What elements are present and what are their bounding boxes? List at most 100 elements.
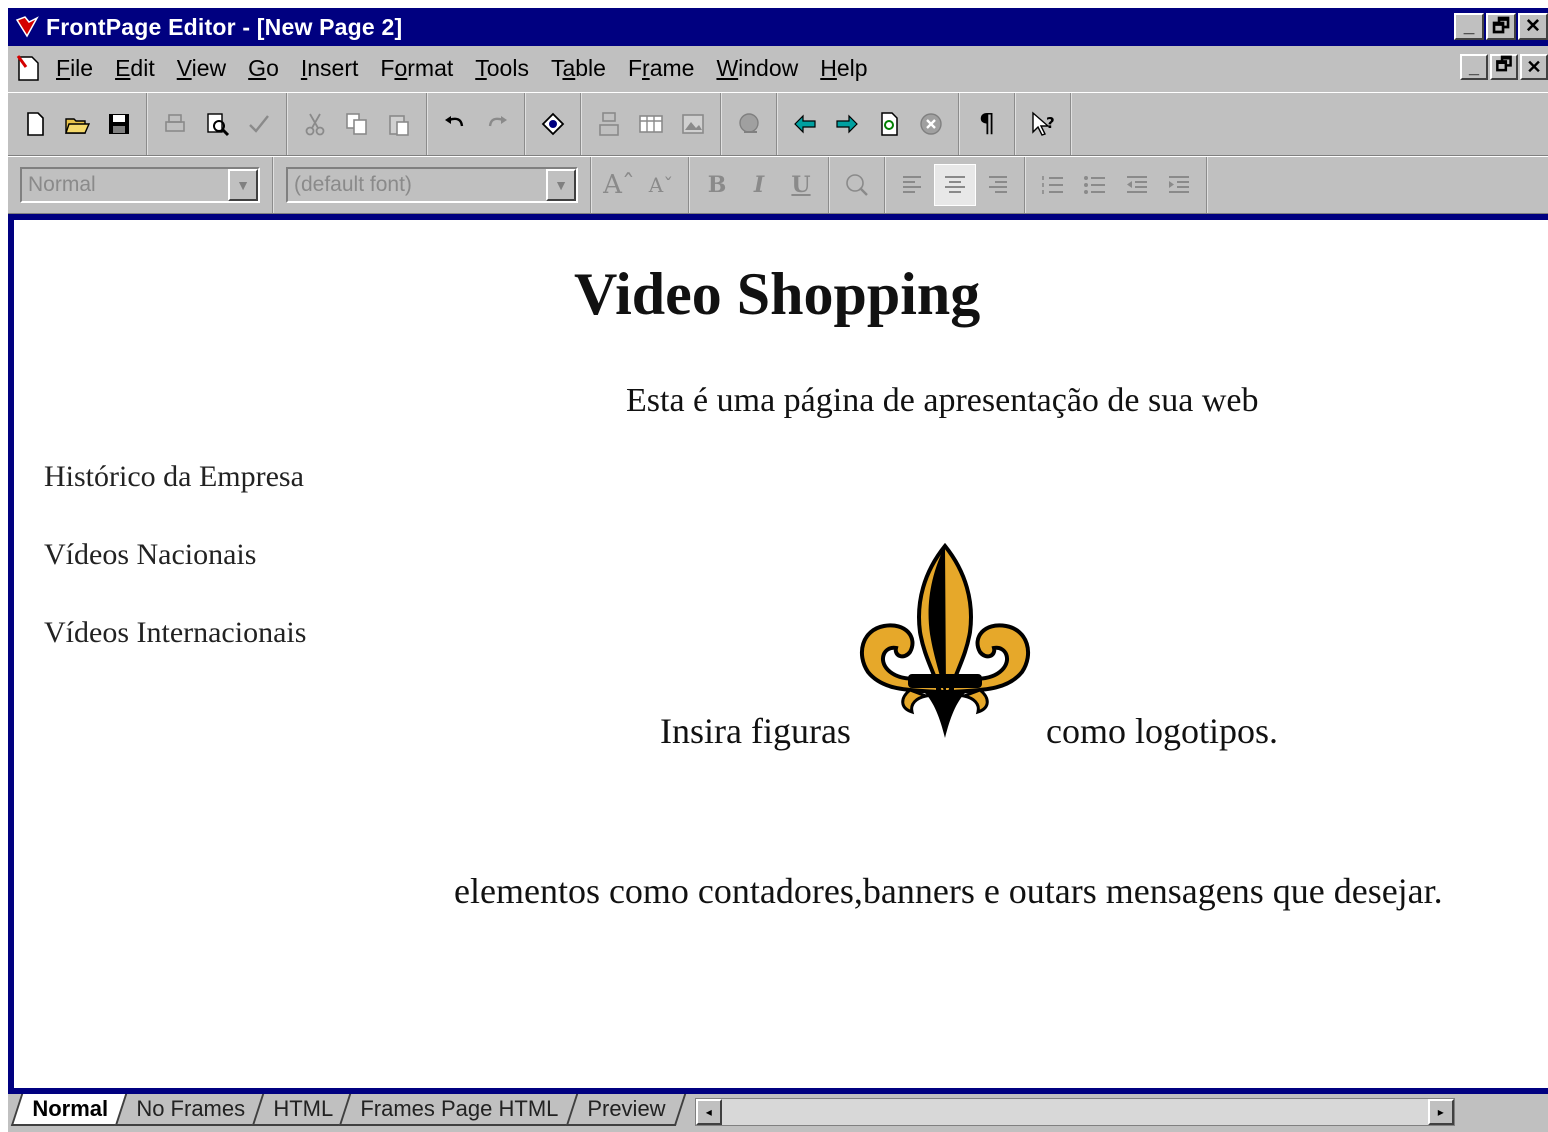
menu-format[interactable]: Format bbox=[380, 55, 453, 82]
title-bar: FrontPage Editor - [New Page 2] _ 🗗 ✕ bbox=[8, 8, 1548, 46]
redo-icon[interactable] bbox=[476, 103, 518, 145]
font-size-group: Aˆ Aˇ bbox=[592, 157, 690, 213]
frontpage-window: FrontPage Editor - [New Page 2] _ 🗗 ✕ Fi… bbox=[8, 8, 1548, 1132]
decrease-indent-icon[interactable] bbox=[1116, 164, 1158, 206]
insert-table-icon[interactable] bbox=[630, 103, 672, 145]
navigation-group bbox=[778, 93, 960, 155]
file-group bbox=[8, 93, 148, 155]
tab-preview[interactable]: Preview bbox=[565, 1094, 686, 1126]
logos-text: como logotipos. bbox=[1046, 711, 1278, 751]
stop-icon[interactable] bbox=[910, 103, 952, 145]
align-left-icon[interactable] bbox=[892, 164, 934, 206]
scroll-left-icon[interactable]: ◂ bbox=[695, 1099, 722, 1125]
paste-icon[interactable] bbox=[378, 103, 420, 145]
undo-icon[interactable] bbox=[434, 103, 476, 145]
menu-insert[interactable]: Insert bbox=[301, 55, 359, 82]
document-window-controls: _ 🗗 ✕ bbox=[1460, 54, 1548, 80]
font-select-value: (default font) bbox=[294, 173, 412, 196]
font-select[interactable]: (default font) ▼ bbox=[286, 167, 578, 203]
fleur-de-lis-icon[interactable] bbox=[854, 542, 1036, 748]
cut-icon[interactable] bbox=[294, 103, 336, 145]
tab-html[interactable]: HTML bbox=[251, 1094, 352, 1126]
numbered-list-icon[interactable] bbox=[1032, 164, 1074, 206]
tab-normal[interactable]: Normal bbox=[10, 1094, 127, 1126]
tab-no-frames[interactable]: No Frames bbox=[114, 1094, 264, 1126]
font-group: (default font) ▼ bbox=[274, 157, 592, 213]
help-group: ? bbox=[1016, 93, 1072, 155]
print-icon[interactable] bbox=[154, 103, 196, 145]
print-preview-icon[interactable] bbox=[196, 103, 238, 145]
doc-restore-button[interactable]: 🗗 bbox=[1490, 54, 1518, 80]
save-icon[interactable] bbox=[98, 103, 140, 145]
text-color-icon[interactable] bbox=[836, 164, 878, 206]
decrease-text-size-icon[interactable]: Aˇ bbox=[640, 164, 682, 206]
close-button[interactable]: ✕ bbox=[1518, 13, 1548, 40]
restore-button[interactable]: 🗗 bbox=[1486, 13, 1516, 40]
spelling-icon[interactable] bbox=[238, 103, 280, 145]
back-arrow-icon[interactable] bbox=[784, 103, 826, 145]
insert-webbot-icon[interactable] bbox=[588, 103, 630, 145]
align-right-icon[interactable] bbox=[976, 164, 1018, 206]
color-group bbox=[830, 157, 886, 213]
scroll-right-icon[interactable]: ▸ bbox=[1427, 1099, 1454, 1125]
insert-image-icon[interactable] bbox=[672, 103, 714, 145]
tab-frames-page-html[interactable]: Frames Page HTML bbox=[339, 1094, 578, 1126]
window-controls: _ 🗗 ✕ bbox=[1454, 13, 1548, 40]
frontpage-app-icon[interactable] bbox=[14, 14, 40, 40]
explorer-group bbox=[526, 93, 582, 155]
menu-bar: File Edit View Go Insert Format Tools Ta… bbox=[8, 46, 1548, 90]
menu-tools[interactable]: Tools bbox=[475, 55, 529, 82]
menu-view[interactable]: View bbox=[177, 55, 226, 82]
doc-minimize-button[interactable]: _ bbox=[1460, 54, 1488, 80]
menu-table[interactable]: Table bbox=[551, 55, 606, 82]
list-group bbox=[1026, 157, 1208, 213]
menu-file[interactable]: File bbox=[56, 55, 93, 82]
italic-button[interactable]: I bbox=[738, 164, 780, 206]
chevron-down-icon[interactable]: ▼ bbox=[228, 169, 258, 201]
window-title: FrontPage Editor - [New Page 2] bbox=[46, 13, 403, 40]
refresh-icon[interactable] bbox=[868, 103, 910, 145]
align-center-icon[interactable] bbox=[934, 164, 976, 206]
horizontal-scrollbar[interactable]: ◂ ▸ bbox=[694, 1098, 1455, 1126]
editor-frame: Video Shopping Esta é uma página de apre… bbox=[8, 214, 1548, 1094]
link-videos-internacionais[interactable]: Vídeos Internacionais bbox=[44, 616, 306, 650]
underline-button[interactable]: U bbox=[780, 164, 822, 206]
svg-text:?: ? bbox=[1046, 114, 1055, 132]
menu-help[interactable]: Help bbox=[820, 55, 867, 82]
link-historico[interactable]: Histórico da Empresa bbox=[44, 460, 304, 494]
insert-group bbox=[582, 93, 722, 155]
doc-close-button[interactable]: ✕ bbox=[1520, 54, 1548, 80]
link-videos-nacionais[interactable]: Vídeos Nacionais bbox=[44, 538, 256, 572]
insert-figures-text: Insira figuras bbox=[660, 711, 851, 751]
page-subtitle: Esta é uma página de apresentação de sua… bbox=[626, 382, 1259, 419]
menu-edit[interactable]: Edit bbox=[115, 55, 155, 82]
menu-window[interactable]: Window bbox=[716, 55, 798, 82]
context-help-icon[interactable]: ? bbox=[1022, 103, 1064, 145]
page-editor[interactable]: Video Shopping Esta é uma página de apre… bbox=[14, 220, 1548, 1088]
show-explorer-icon[interactable] bbox=[532, 103, 574, 145]
increase-text-size-icon[interactable]: Aˆ bbox=[598, 164, 640, 206]
view-tabs-bar: Normal No Frames HTML Frames Page HTML P… bbox=[8, 1094, 1548, 1132]
document-icon[interactable] bbox=[14, 53, 42, 83]
copy-icon[interactable] bbox=[336, 103, 378, 145]
bulleted-list-icon[interactable] bbox=[1074, 164, 1116, 206]
increase-indent-icon[interactable] bbox=[1158, 164, 1200, 206]
forward-arrow-icon[interactable] bbox=[826, 103, 868, 145]
style-select-value: Normal bbox=[28, 173, 96, 196]
chevron-down-icon[interactable]: ▼ bbox=[546, 169, 576, 201]
clipboard-group bbox=[288, 93, 428, 155]
text-style-group: B I U bbox=[690, 157, 830, 213]
new-page-icon[interactable] bbox=[14, 103, 56, 145]
align-group bbox=[886, 157, 1026, 213]
open-folder-icon[interactable] bbox=[56, 103, 98, 145]
link-group bbox=[722, 93, 778, 155]
minimize-button[interactable]: _ bbox=[1454, 13, 1484, 40]
style-select[interactable]: Normal ▼ bbox=[20, 167, 260, 203]
bold-button[interactable]: B bbox=[696, 164, 738, 206]
hyperlink-globe-icon[interactable] bbox=[728, 103, 770, 145]
menu-frame[interactable]: Frame bbox=[628, 55, 694, 82]
style-group: Normal ▼ bbox=[8, 157, 274, 213]
undo-group bbox=[428, 93, 526, 155]
menu-go[interactable]: Go bbox=[248, 55, 279, 82]
paragraph-marks-icon[interactable]: ¶ bbox=[966, 103, 1008, 145]
